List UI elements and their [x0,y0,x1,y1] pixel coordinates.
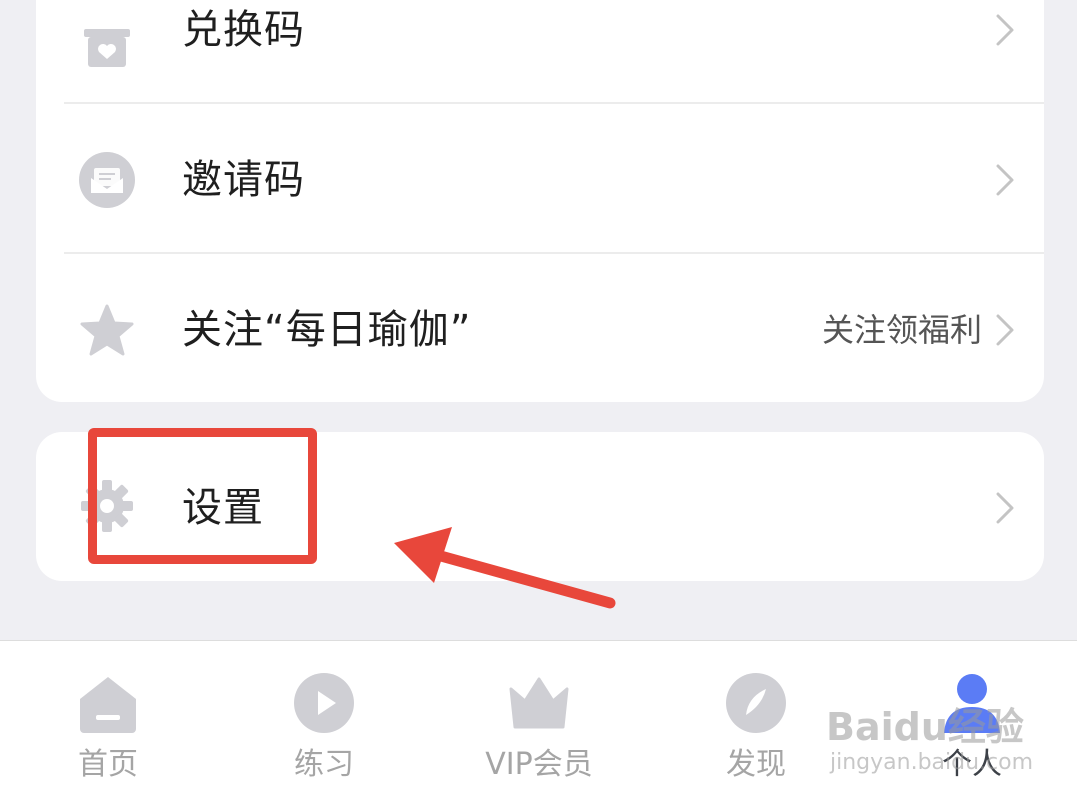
chevron-right-icon [996,314,1014,346]
annotation-arrow-icon [394,527,616,609]
chevron-right-icon [996,14,1014,46]
tab-discover[interactable]: 发现 [676,641,836,808]
envelope-icon [79,152,135,208]
menu-card: 兑换码 邀请码 关注“每日瑜伽” 关注领福利 [36,0,1044,402]
tab-label: VIP会员 [485,747,593,782]
tab-home[interactable]: 首页 [28,641,188,808]
menu-item-label: 邀请码 [182,157,305,203]
tab-label: 练习 [294,747,354,782]
settings-highlight-box [88,428,317,564]
tab-label: 发现 [726,747,786,782]
watermark-url: jingyan.baidu.com [830,750,1034,775]
play-icon [294,673,354,733]
star-icon [80,304,134,356]
crown-icon [509,677,569,729]
home-icon [80,677,136,733]
menu-item-label: 兑换码 [182,7,305,53]
tab-practice[interactable]: 练习 [244,641,404,808]
tab-label: 首页 [78,747,138,782]
compass-icon [726,673,786,733]
menu-item-follow[interactable]: 关注“每日瑜伽” 关注领福利 [36,254,1044,404]
gift-box-icon [84,29,130,67]
menu-item-invite-code[interactable]: 邀请码 [36,104,1044,254]
chevron-right-icon [996,492,1014,524]
chevron-right-icon [996,164,1014,196]
baidu-watermark: Baidu经验 jingyan.baidu.com [826,690,1033,790]
follow-hint: 关注领福利 [821,311,982,349]
tab-vip[interactable]: VIP会员 [459,641,619,808]
watermark-text: Baidu经验 [826,705,1024,749]
menu-item-label: 关注“每日瑜伽” [182,307,472,353]
